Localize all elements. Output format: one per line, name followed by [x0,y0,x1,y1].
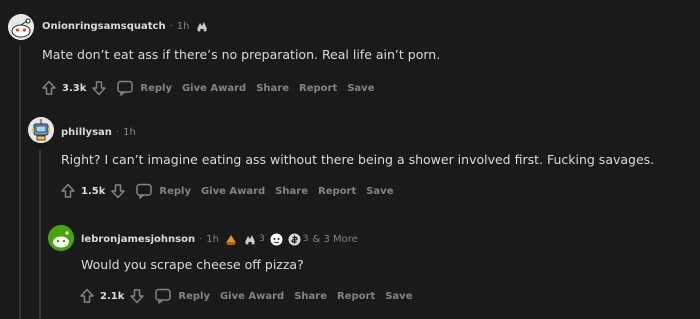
reply-button[interactable]: Reply [116,79,172,97]
give-award-button[interactable]: Give Award [220,291,284,302]
comment-meta: Onionringsamsquatch · 1h [42,18,209,34]
avatar[interactable] [28,117,54,143]
reply-icon [155,288,172,304]
reply-icon [136,183,153,199]
separator: · [169,20,173,32]
upvote-icon[interactable] [59,182,77,200]
downvote-icon[interactable] [109,182,127,200]
separator: · [115,126,120,138]
reply-button[interactable]: Reply [135,182,191,200]
username[interactable]: lebronjamesjohnson [81,234,195,245]
share-button[interactable]: Share [275,186,308,197]
comment-body: Right? I can’t imagine eating ass withou… [61,152,655,167]
upvote-icon[interactable] [78,287,96,305]
reply-label: Reply [159,185,191,197]
award-icon[interactable]: 3 [288,233,309,246]
comment-meta: phillysan · 1h [61,124,136,140]
reply-button[interactable]: Reply [154,287,210,305]
snoo-avatar-icon [8,14,34,40]
username[interactable]: phillysan [61,127,112,138]
give-award-button[interactable]: Give Award [182,83,246,94]
share-button[interactable]: Share [256,83,289,94]
vote-score: 3.3k [62,82,87,94]
upvote-icon[interactable] [40,79,58,97]
report-button[interactable]: Report [299,83,337,94]
award-icon[interactable] [224,233,238,246]
comment-body: Would you scrape cheese off pizza? [81,257,304,272]
comment-meta: lebronjamesjohnson · 1h 3 3 & 3 More [81,231,358,247]
username[interactable]: Onionringsamsquatch [42,21,166,32]
report-button[interactable]: Report [318,186,356,197]
downvote-icon[interactable] [128,287,146,305]
robot-avatar-icon [28,117,54,143]
avatar[interactable] [8,14,34,40]
vote-score: 2.1k [100,290,125,302]
save-button[interactable]: Save [347,83,374,94]
vote-score: 1.5k [81,185,106,197]
save-button[interactable]: Save [366,186,393,197]
comment-actions: 2.1k Reply Give Award Share Report Save [78,286,413,306]
avatar[interactable] [48,225,74,251]
thread-line-level-1[interactable] [19,46,21,319]
separator: · [199,233,203,245]
default-avatar-icon [48,225,74,251]
timestamp[interactable]: 1h [177,21,190,32]
save-button[interactable]: Save [385,291,412,302]
comment-actions: 3.3k Reply Give Award Share Report Save [40,78,375,98]
reply-icon [117,80,134,96]
award-count: 3 [302,234,309,244]
reply-label: Reply [140,82,172,94]
share-button[interactable]: Share [294,291,327,302]
more-awards[interactable]: & 3 More [312,234,357,245]
give-award-button[interactable]: Give Award [201,186,265,197]
award-count: 3 [259,234,265,244]
downvote-icon[interactable] [90,79,108,97]
comment-actions: 1.5k Reply Give Award Share Report Save [59,181,394,201]
thread-line-level-2[interactable] [39,150,41,319]
report-button[interactable]: Report [337,291,375,302]
award-icon[interactable] [195,20,209,32]
timestamp[interactable]: 1h [123,127,136,138]
comment-body: Mate don’t eat ass if there’s no prepara… [42,47,441,62]
timestamp[interactable]: 1h [206,234,219,245]
reply-label: Reply [178,290,210,302]
award-icon[interactable] [270,233,283,246]
award-icon[interactable]: 3 [243,233,265,245]
